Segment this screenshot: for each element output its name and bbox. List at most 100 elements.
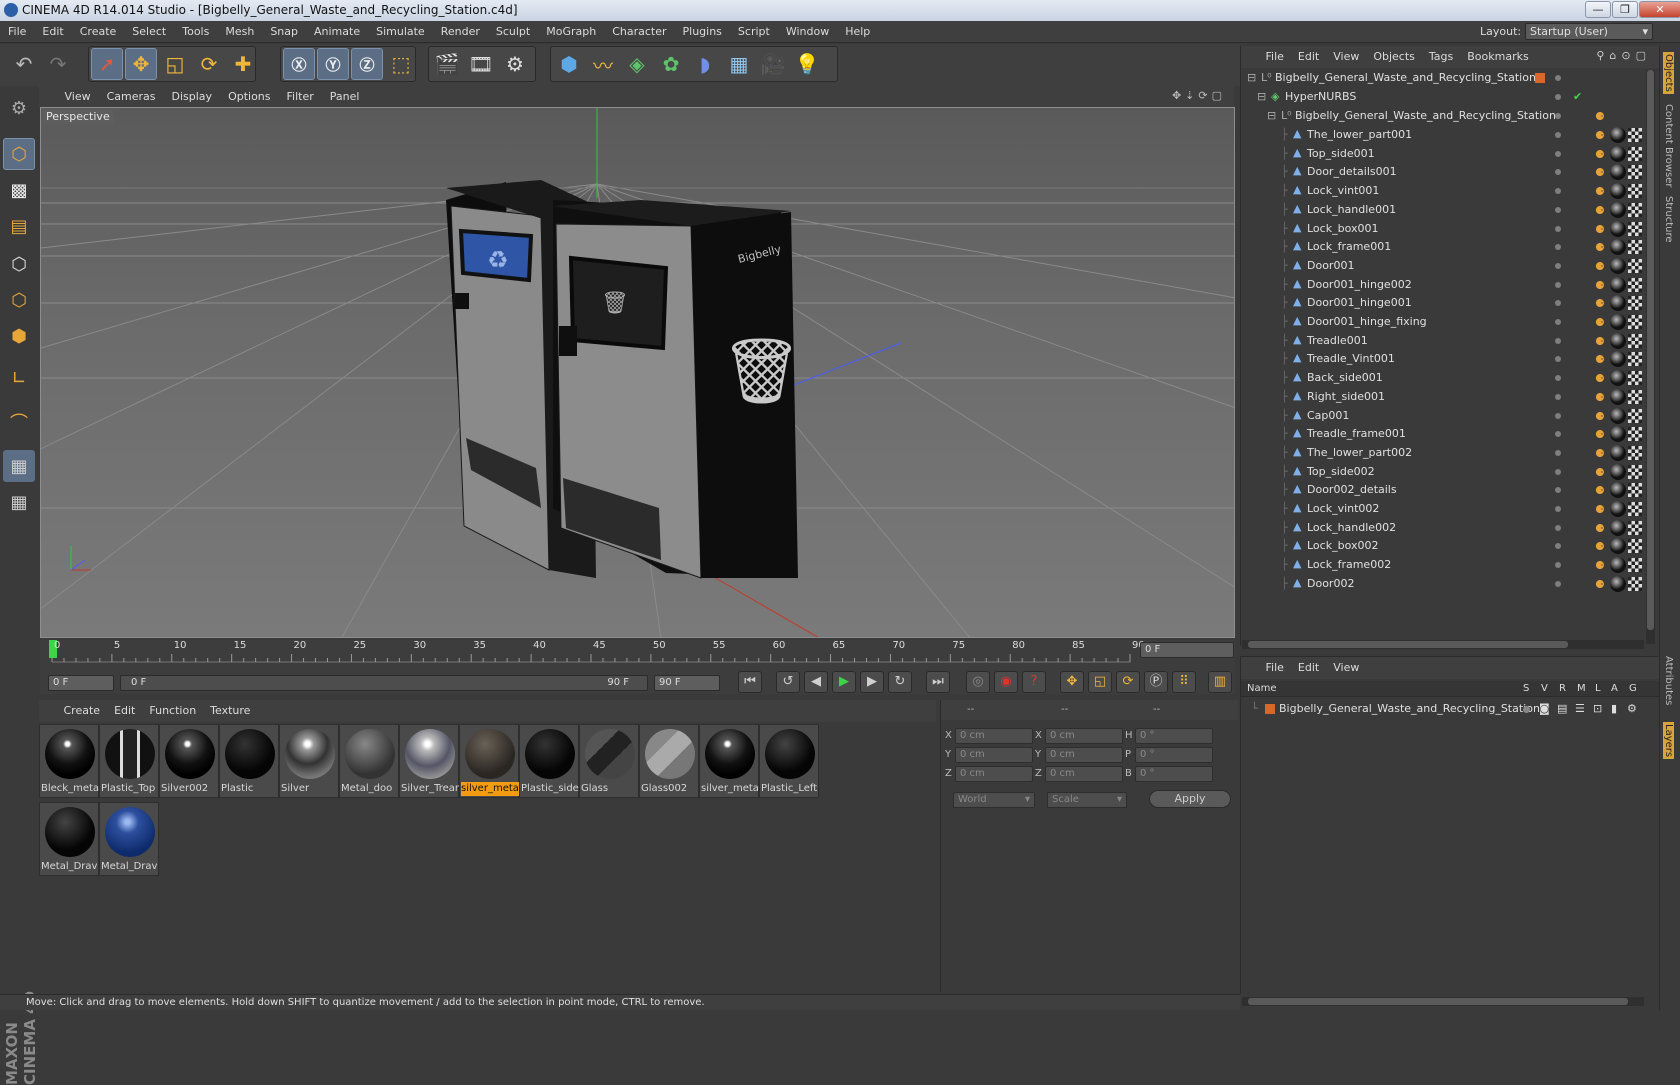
mat-menu-create[interactable]: Create	[57, 700, 108, 722]
object-row[interactable]: ├ ▲ Door_details001 ⚈	[1241, 162, 1644, 182]
layer-horizontal-scrollbar[interactable]	[1242, 997, 1644, 1006]
object-row[interactable]: ├ ▲ Top_side002 ⚈	[1241, 462, 1644, 482]
visibility-dot[interactable]	[1555, 524, 1561, 531]
model-mode-icon[interactable]: ⬡	[3, 138, 35, 170]
material-swatch[interactable]: Silver002	[159, 724, 219, 798]
render-picture-viewer-button[interactable]: 🎞	[465, 48, 497, 80]
menu-mesh[interactable]: Mesh	[217, 21, 262, 43]
visibility-dot[interactable]	[1555, 150, 1561, 157]
coord-value-field[interactable]: 0 °	[1135, 728, 1213, 744]
phong-tag-icon[interactable]: ⚈	[1595, 485, 1606, 496]
visibility-dot[interactable]	[1555, 412, 1561, 419]
layer-menu-file[interactable]: File	[1259, 657, 1291, 679]
tab-attributes[interactable]: Attributes	[1663, 656, 1674, 705]
phong-tag-icon[interactable]: ⚈	[1595, 373, 1606, 384]
material-tag-icon[interactable]	[1610, 332, 1626, 349]
object-row[interactable]: ├ ▲ Lock_handle001 ⚈	[1241, 200, 1644, 220]
visibility-dot[interactable]	[1555, 580, 1561, 587]
object-row[interactable]: ├ ▲ Cap001 ⚈	[1241, 406, 1644, 426]
texture-mode-icon[interactable]: ▩	[3, 174, 35, 206]
checkmark-icon[interactable]: ✔	[1573, 87, 1582, 107]
object-hscroll-thumb[interactable]	[1248, 641, 1568, 648]
phong-tag-icon[interactable]: ⚈	[1595, 504, 1606, 515]
camera-button[interactable]: 🎥	[757, 48, 789, 80]
material-tag-icon[interactable]	[1610, 239, 1626, 256]
menu-sculpt[interactable]: Sculpt	[488, 21, 538, 43]
vp-menu-view[interactable]: View	[57, 86, 99, 108]
object-row[interactable]: ├ ▲ Lock_frame001 ⚈	[1241, 237, 1644, 257]
record-parameter-button[interactable]: Ⓟ	[1144, 671, 1168, 693]
visibility-dot[interactable]	[1555, 375, 1561, 382]
keyframe-selection-button[interactable]: ?	[1022, 671, 1046, 693]
texture-tag-icon[interactable]	[1628, 165, 1642, 180]
obj-menu-objects[interactable]: Objects	[1366, 46, 1422, 68]
coordinate-space-select[interactable]: World ▾	[953, 792, 1035, 808]
object-row[interactable]: ├ ▲ Lock_vint001 ⚈	[1241, 181, 1644, 201]
material-swatch[interactable]: Bleck_meta	[39, 724, 99, 798]
phong-tag-icon[interactable]: ⚈	[1595, 354, 1606, 365]
material-swatch[interactable]: Metal_Drav	[39, 802, 99, 876]
layer-row[interactable]: └ Bigbelly_General_Waste_and_Recycling_S…	[1241, 699, 1644, 719]
phong-tag-icon[interactable]: ⚈	[1595, 149, 1606, 160]
visibility-dot[interactable]	[1555, 468, 1561, 475]
texture-tag-icon[interactable]	[1628, 371, 1642, 386]
manager-icon[interactable]: ☰	[1575, 699, 1585, 719]
material-swatch[interactable]: Silver_Trear	[399, 724, 459, 798]
apply-button[interactable]: Apply	[1149, 790, 1231, 808]
animation-icon[interactable]: ▮	[1611, 699, 1617, 719]
object-row[interactable]: ├ ▲ Treadle_Vint001 ⚈	[1241, 349, 1644, 369]
material-swatch[interactable]: silver_meta	[699, 724, 759, 798]
nurbs-button[interactable]: ◈	[621, 48, 653, 80]
material-tag-icon[interactable]	[1610, 201, 1626, 218]
texture-tag-icon[interactable]	[1628, 146, 1642, 161]
vp-menu-cameras[interactable]: Cameras	[99, 86, 164, 108]
next-key-button[interactable]: ↻	[888, 671, 912, 693]
column-render[interactable]: R	[1559, 683, 1566, 694]
visibility-dot[interactable]	[1555, 431, 1561, 438]
texture-tag-icon[interactable]	[1628, 483, 1642, 498]
material-tag-icon[interactable]	[1610, 575, 1626, 592]
visibility-dot[interactable]	[1555, 188, 1561, 195]
material-swatch[interactable]: Glass002	[639, 724, 699, 798]
menu-mograph[interactable]: MoGraph	[538, 21, 604, 43]
phong-tag-icon[interactable]: ⚈	[1595, 186, 1606, 197]
phong-tag-icon[interactable]: ⚈	[1595, 242, 1606, 253]
coord-value-field[interactable]: 0 °	[1135, 766, 1213, 782]
texture-tag-icon[interactable]	[1628, 258, 1642, 273]
column-solo[interactable]: S	[1523, 683, 1529, 694]
polygons-mode-icon[interactable]: ⬢	[3, 320, 35, 352]
recent-tool-button[interactable]: ✚	[227, 48, 259, 80]
object-horizontal-scrollbar[interactable]	[1242, 640, 1644, 649]
undo-button[interactable]: ↶	[8, 48, 40, 80]
go-to-end-button[interactable]: ⏭	[926, 671, 950, 693]
texture-tag-icon[interactable]	[1628, 539, 1642, 554]
texture-tag-icon[interactable]	[1628, 315, 1642, 329]
coord-value-field[interactable]: 0 cm	[955, 728, 1033, 744]
visibility-dot[interactable]	[1555, 262, 1561, 269]
live-selection-button[interactable]: ➚	[91, 48, 123, 80]
visibility-dot[interactable]	[1555, 300, 1561, 307]
perspective-viewport[interactable]: ♻ 🗑 Bigbelly 🗑 Perspective	[40, 107, 1235, 638]
material-tag-icon[interactable]	[1610, 482, 1626, 499]
layer-color-swatch[interactable]	[1265, 704, 1275, 714]
close-window-button[interactable]: ✕	[1639, 1, 1680, 18]
obj-menu-tags[interactable]: Tags	[1422, 46, 1460, 68]
vp-menu-filter[interactable]: Filter	[279, 86, 322, 108]
mat-menu-texture[interactable]: Texture	[203, 700, 257, 722]
record-pla-button[interactable]: ⠿	[1172, 671, 1196, 693]
visibility-dot[interactable]	[1555, 281, 1561, 288]
material-tag-icon[interactable]	[1610, 314, 1626, 330]
z-axis-lock-button[interactable]: Ⓩ	[351, 48, 383, 80]
record-scale-button[interactable]: ◱	[1088, 671, 1112, 693]
minimize-button[interactable]: —	[1585, 1, 1611, 18]
tab-structure[interactable]: Structure	[1663, 196, 1674, 243]
viewport-nav-icons[interactable]: ✥⇣⟳▢	[1172, 89, 1226, 102]
texture-tag-icon[interactable]	[1628, 333, 1642, 348]
scene-floor-button[interactable]: ▦	[723, 48, 755, 80]
previous-key-button[interactable]: ↺	[776, 671, 800, 693]
phong-tag-icon[interactable]: ⚈	[1595, 205, 1606, 216]
previous-frame-button[interactable]: ◀	[804, 671, 828, 693]
phong-tag-icon[interactable]: ⚈	[1595, 411, 1606, 422]
mat-menu-edit[interactable]: Edit	[107, 700, 142, 722]
texture-tag-icon[interactable]	[1628, 202, 1642, 217]
